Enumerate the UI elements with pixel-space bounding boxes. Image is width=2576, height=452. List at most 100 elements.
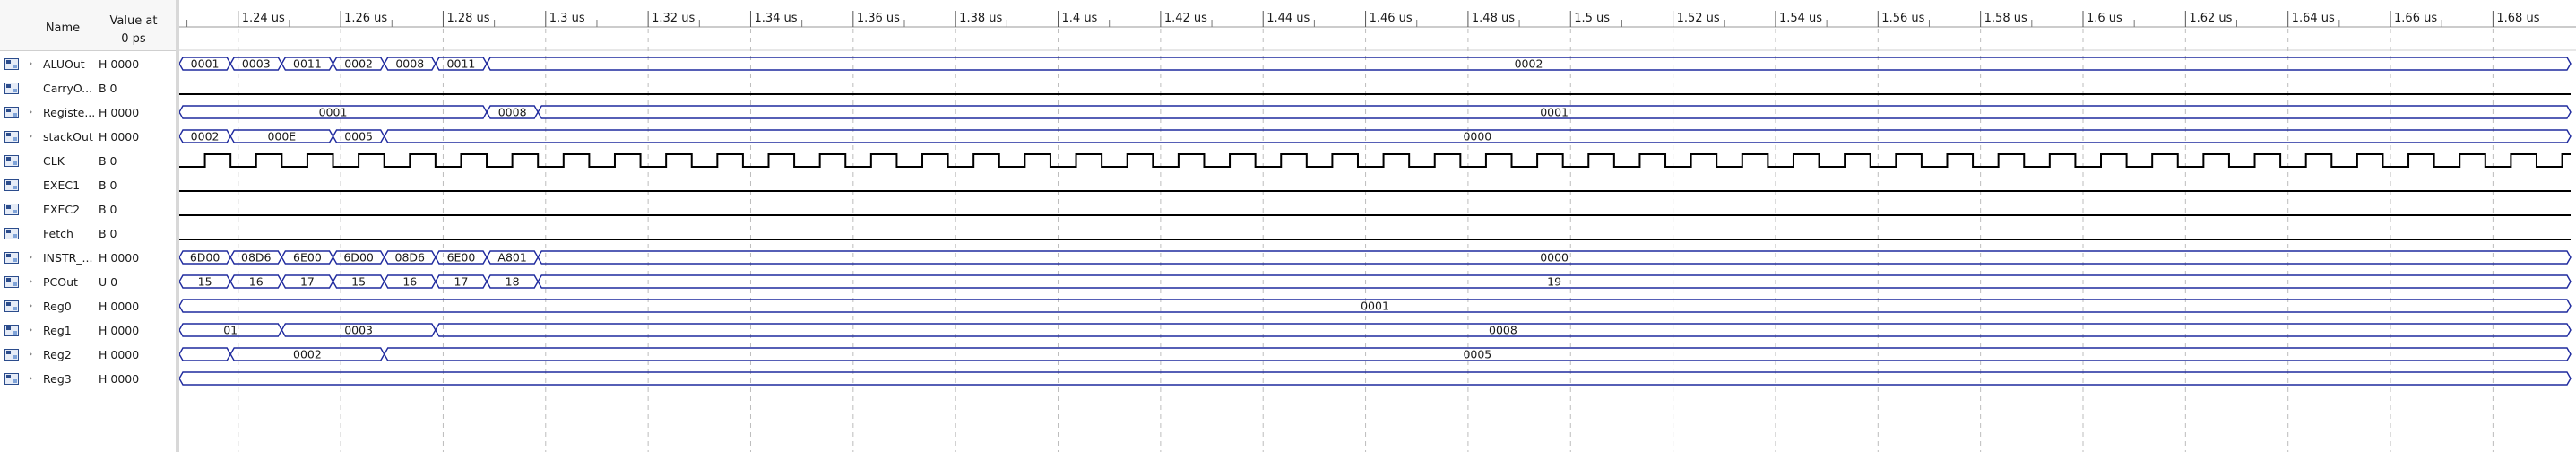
tick-label: 1.56 us (1881, 12, 1924, 25)
signal-row[interactable]: EXEC1 B 0 (0, 173, 176, 197)
expand-chevron-icon[interactable]: › (29, 348, 32, 360)
waveform-viewer: Name Value at 0 ps › ALUOut H 0000 CarryO..… (0, 0, 2576, 452)
tick-label: 1.44 us (1266, 12, 1310, 25)
signal-type-icon (4, 204, 19, 215)
bus-value-label: 0000 (1540, 251, 1569, 265)
name-column-header[interactable]: Name (34, 22, 91, 35)
expand-chevron-icon[interactable]: › (29, 57, 32, 69)
bus-segment (179, 347, 231, 361)
signal-row[interactable]: CLK B 0 (0, 149, 176, 173)
signal-value: H 0000 (99, 106, 140, 119)
signal-row[interactable]: › Reg2 H 0000 (0, 343, 176, 367)
bus-value-label: 0005 (344, 130, 373, 143)
tick-label: 1.46 us (1370, 12, 1413, 25)
bus-value-label: 0002 (293, 348, 322, 361)
bus-value-label: 0001 (191, 57, 220, 71)
expand-chevron-icon[interactable]: › (29, 300, 32, 311)
signal-value: H 0000 (99, 324, 140, 337)
bus-value-label: 0008 (395, 57, 424, 71)
bus-value-label: 0005 (1463, 348, 1491, 361)
signal-row[interactable]: › PCOut U 0 (0, 270, 176, 294)
tick-label: 1.24 us (242, 12, 285, 25)
tick-label: 1.26 us (344, 12, 387, 25)
signal-value: B 0 (99, 227, 117, 240)
signal-value: U 0 (99, 275, 118, 289)
expand-chevron-icon[interactable]: › (29, 372, 32, 384)
bus-value-label: 6D00 (190, 251, 220, 265)
tick-label: 1.3 us (549, 12, 585, 25)
tick-label: 1.34 us (754, 12, 797, 25)
bus-value-label: 0000 (1463, 130, 1491, 143)
signal-value: H 0000 (99, 57, 140, 71)
signal-row[interactable]: › INSTR_... H 0000 (0, 246, 176, 270)
signal-row[interactable]: › Reg1 H 0000 (0, 318, 176, 343)
tick-label: 1.38 us (959, 12, 1002, 25)
signal-row[interactable]: › Reg3 H 0000 (0, 367, 176, 391)
signal-type-icon (4, 349, 19, 361)
bus-value-label: 0002 (191, 130, 220, 143)
bus-value-label: 08D6 (395, 251, 426, 265)
bus-value-label: 0001 (319, 106, 348, 119)
bus-value-label: 0001 (1540, 106, 1569, 119)
bus-value-label: 0003 (242, 57, 271, 71)
signal-name: PCOut (43, 275, 78, 289)
tick-label: 1.36 us (857, 12, 900, 25)
signal-type-icon (4, 300, 19, 312)
signal-panel-header: Name Value at 0 ps (0, 0, 176, 51)
bus-segment (179, 371, 2572, 386)
signal-type-icon (4, 325, 19, 336)
signal-value: B 0 (99, 82, 117, 95)
bus-value-label: 19 (1547, 275, 1561, 289)
signal-name-panel: Name Value at 0 ps › ALUOut H 0000 CarryO..… (0, 0, 177, 452)
tick-label: 1.62 us (2189, 12, 2232, 25)
expand-chevron-icon[interactable]: › (29, 130, 32, 142)
bus-value-label: 0002 (1515, 57, 1543, 71)
bus-value-label: 16 (402, 275, 417, 289)
signal-row[interactable]: › Registe... H 0000 (0, 100, 176, 125)
signal-row[interactable]: Fetch B 0 (0, 222, 176, 246)
expand-chevron-icon[interactable]: › (29, 324, 32, 335)
signal-name: Reg1 (43, 324, 72, 337)
bus-value-label: 15 (351, 275, 366, 289)
bus-value-label: 6E00 (293, 251, 322, 265)
signal-name: stackOut (43, 130, 93, 143)
signal-name: EXEC2 (43, 203, 81, 216)
bus-value-label: 000E (267, 130, 296, 143)
bus-value-label: 18 (506, 275, 520, 289)
bus-value-label: 6D00 (343, 251, 374, 265)
bus-value-label: 01 (223, 324, 238, 337)
bus-value-label: 15 (198, 275, 212, 289)
signal-value: B 0 (99, 154, 117, 168)
bus-value-label: 0011 (293, 57, 322, 71)
bus-value-label: 0003 (344, 324, 373, 337)
signal-type-icon (4, 107, 19, 118)
waveform-canvas[interactable]: 1.24 us 1.26 us 1.28 us 1.3 us 1.32 us 1.34 u… (179, 0, 2576, 452)
tick-label: 1.32 us (652, 12, 695, 25)
value-column-header[interactable]: Value at 0 ps (95, 13, 172, 48)
waveform-panel[interactable]: 1.24 us 1.26 us 1.28 us 1.3 us 1.32 us 1.34 u… (179, 0, 2576, 452)
signal-row[interactable]: CarryO... B 0 (0, 76, 176, 100)
signal-type-icon (4, 155, 19, 167)
signal-value: B 0 (99, 178, 117, 192)
signal-row[interactable]: › stackOut H 0000 (0, 125, 176, 149)
expand-chevron-icon[interactable]: › (29, 275, 32, 287)
expand-chevron-icon[interactable]: › (29, 106, 32, 117)
tick-label: 1.66 us (2394, 12, 2437, 25)
tick-label: 1.6 us (2087, 12, 2122, 25)
clock-wave (179, 153, 2571, 168)
tick-label: 1.5 us (1574, 12, 1610, 25)
signal-value: H 0000 (99, 348, 140, 361)
tick-label: 1.58 us (1984, 12, 2027, 25)
bus-value-label: 17 (300, 275, 315, 289)
signal-type-icon (4, 276, 19, 288)
signal-type-icon (4, 252, 19, 264)
signal-row[interactable]: › ALUOut H 0000 (0, 52, 176, 76)
bus-value-label: 0001 (1361, 300, 1389, 313)
signal-row[interactable]: EXEC2 B 0 (0, 197, 176, 222)
signal-type-icon (4, 131, 19, 143)
expand-chevron-icon[interactable]: › (29, 251, 32, 263)
tick-label: 1.28 us (446, 12, 489, 25)
signal-name: ALUOut (43, 57, 85, 71)
signal-type-icon (4, 83, 19, 94)
signal-row[interactable]: › Reg0 H 0000 (0, 294, 176, 318)
